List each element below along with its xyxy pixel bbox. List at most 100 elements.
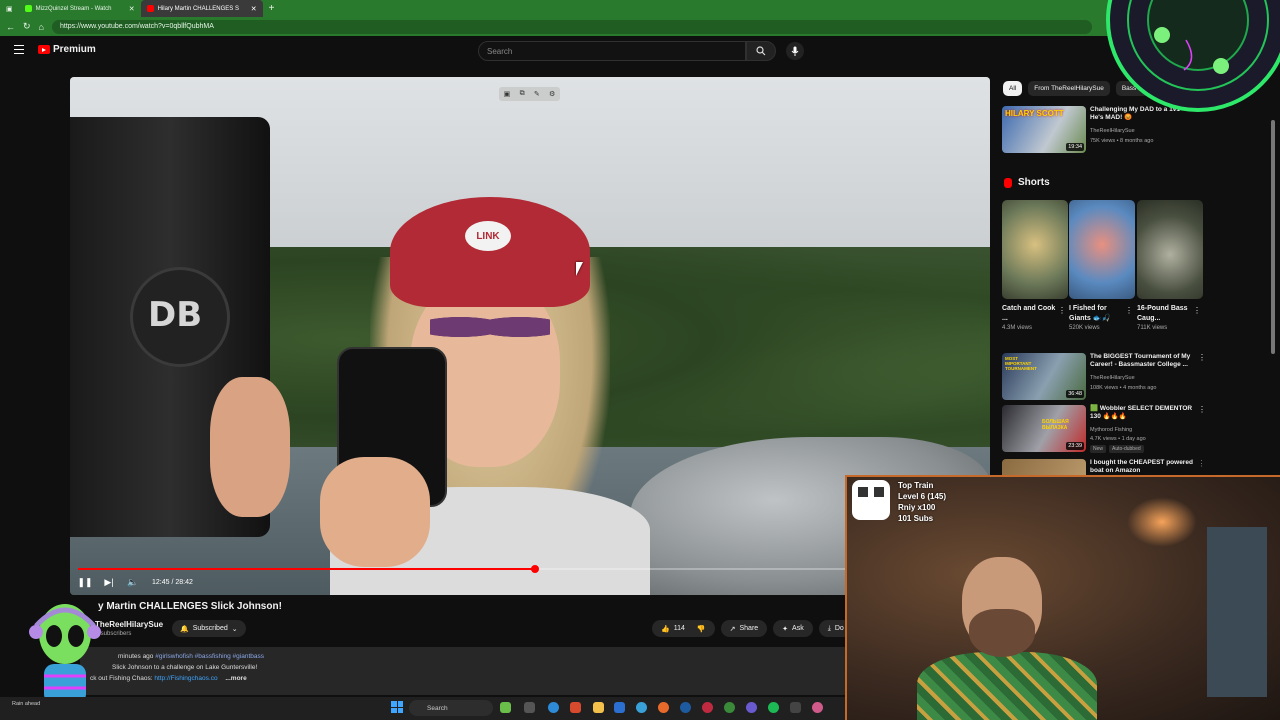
thumbs-up-icon[interactable]: 👍 [661, 625, 670, 633]
short-title[interactable]: I Fished for Giants 🐟🎣 [1069, 304, 1123, 324]
video-duration: 36:48 [1066, 390, 1084, 398]
url-text: https://www.youtube.com/watch?v=0qbllfQu… [59, 23, 214, 30]
like-count: 114 [673, 625, 685, 632]
channel-name[interactable]: Mythorod Fishing [1090, 427, 1132, 433]
video-time: 12:45 / 28:42 [152, 578, 193, 586]
list-item[interactable]: БОЛЬШАЯ ВЫЛАЗКА 23:39 🟩 Wobbler SELECT D… [1002, 405, 1206, 455]
app-icon-8[interactable] [658, 702, 669, 713]
search-input[interactable]: Search [478, 41, 746, 61]
overlay-edit-icon[interactable]: ✎ [534, 90, 540, 98]
short-thumbnail[interactable] [1002, 200, 1068, 299]
thumbs-down-icon[interactable]: 👎 [697, 625, 706, 633]
search-placeholder: Search [487, 46, 513, 56]
more-options-icon[interactable]: ⋮ [1198, 405, 1206, 414]
video-overlay-toolbar[interactable]: ▣ ⧉ ✎ ⚙ [499, 87, 560, 101]
progress-scrubber[interactable] [530, 565, 539, 573]
sidebar-scrollbar[interactable] [1271, 120, 1275, 354]
search-button[interactable] [746, 41, 776, 61]
app-icon-3[interactable] [548, 702, 559, 713]
more-link[interactable]: ...more [225, 675, 246, 682]
url-field[interactable]: https://www.youtube.com/watch?v=0qbllfQu… [51, 19, 1092, 34]
more-options-icon[interactable]: ⋮ [1058, 306, 1066, 315]
train-subs: 101 Subs [898, 514, 934, 523]
stream-overlay-widget [1106, 0, 1280, 112]
tab-mizzquinzel[interactable]: MizzQuinzel Stream - Watch ✕ [19, 0, 141, 17]
short-thumbnail[interactable] [1069, 200, 1135, 299]
tab-hilary-martin[interactable]: Hilary Martin CHALLENGES S ✕ [140, 0, 263, 17]
spotify-icon[interactable] [768, 702, 779, 713]
video-title[interactable]: I bought the CHEAPEST powered boat on Am… [1090, 459, 1198, 475]
auto-dubbed-badge: Auto-dubbed [1109, 445, 1144, 453]
app-icon-6[interactable] [614, 702, 625, 713]
short-item[interactable]: Catch and Cook ... 4.3M views ⋮ [1002, 200, 1068, 331]
pause-icon[interactable]: ❚❚ [77, 577, 92, 587]
refresh-icon[interactable]: ↻ [23, 21, 31, 32]
close-tab-icon[interactable]: ✕ [251, 5, 257, 13]
app-icon-15[interactable] [812, 702, 823, 713]
short-item[interactable]: 16-Pound Bass Caug... 711K views ⋮ [1137, 200, 1203, 331]
short-title[interactable]: Catch and Cook ... [1002, 304, 1056, 324]
more-options-icon[interactable]: ⋮ [1125, 306, 1133, 315]
subscribed-button[interactable]: 🔔 Subscribed ⌄ [172, 620, 246, 637]
weather-widget[interactable]: Rain ahead [12, 701, 40, 707]
app-icon-5[interactable] [593, 702, 604, 713]
short-item[interactable]: I Fished for Giants 🐟🎣 520K views ⋮ [1069, 200, 1135, 331]
chip-all[interactable]: All [1003, 81, 1023, 96]
windows-start-icon[interactable] [391, 701, 403, 713]
video-thumbnail[interactable]: БОЛЬШАЯ ВЫЛАЗКА 23:39 [1002, 405, 1086, 452]
share-label: Share [739, 625, 759, 632]
overlay-settings-icon[interactable]: ⚙ [549, 90, 555, 98]
more-options-icon[interactable]: ⋮ [1198, 353, 1206, 362]
video-description[interactable]: minutes ago #girlswhofish #bassfishing #… [80, 647, 850, 695]
webcam-person [917, 547, 1097, 720]
app-icon-10[interactable] [702, 702, 713, 713]
hype-train-overlay: Top Train Level 6 (145) Rniy x100 101 Su… [852, 480, 946, 524]
next-icon[interactable]: ▶| [104, 577, 114, 587]
desc-line-3: ck out Fishing Chaos: http://Fishingchao… [88, 673, 842, 684]
volume-icon[interactable]: 🔈 [127, 577, 138, 587]
desc-tags[interactable]: #girlswhofish #bassfishing #giantbass [155, 653, 264, 660]
logo-text: Premium [53, 44, 96, 55]
list-item[interactable]: MOST IMPORTANT TOURNAMENT 36:48 The BIGG… [1002, 353, 1206, 403]
more-options-icon[interactable]: ⋮ [1198, 459, 1202, 468]
new-tab-icon[interactable]: + [263, 3, 281, 14]
channel-name[interactable]: TheReelHilarySue [1090, 128, 1135, 134]
close-tab-icon[interactable]: ✕ [129, 5, 135, 13]
video-left-hand [210, 377, 290, 517]
taskbar-search[interactable]: Search [409, 700, 493, 716]
channel-name[interactable]: TheReelHilarySue [1090, 375, 1135, 381]
app-icon-11[interactable] [724, 702, 735, 713]
overlay-frame-icon[interactable]: ⧉ [520, 90, 525, 98]
voice-search-button[interactable] [786, 42, 804, 60]
video-thumbnail[interactable]: HILARY SCOTT 19:34 [1002, 106, 1086, 153]
video-duration: 23:39 [1066, 442, 1084, 450]
overlay-image-icon[interactable]: ▣ [504, 90, 511, 98]
tab-title: MizzQuinzel Stream - Watch [35, 5, 112, 12]
app-icon-4[interactable] [570, 702, 581, 713]
short-title[interactable]: 16-Pound Bass Caug... [1137, 304, 1191, 324]
app-icon-2[interactable] [524, 702, 535, 713]
video-thumbnail[interactable]: MOST IMPORTANT TOURNAMENT 36:48 [1002, 353, 1086, 400]
home-icon[interactable]: ⌂ [39, 22, 44, 32]
tab-list-icon[interactable]: ▣ [0, 5, 19, 13]
app-icon-7[interactable] [636, 702, 647, 713]
app-icon-1[interactable] [500, 702, 511, 713]
more-options-icon[interactable]: ⋮ [1193, 306, 1201, 315]
person-sunglasses [430, 307, 550, 347]
like-dislike-button[interactable]: 👍 114 👎 [652, 620, 715, 637]
ask-button[interactable]: ✦ Ask [773, 620, 813, 637]
short-thumbnail[interactable] [1137, 200, 1203, 299]
share-button[interactable]: ↗ Share [720, 620, 768, 637]
menu-icon[interactable] [14, 45, 24, 54]
video-title[interactable]: The BIGGEST Tournament of My Career! - B… [1090, 353, 1198, 369]
chip-from-channel[interactable]: From TheReelHilarySue [1028, 81, 1110, 96]
app-icon-9[interactable] [680, 702, 691, 713]
back-icon[interactable]: ← [6, 22, 15, 32]
desc-link[interactable]: http://Fishingchaos.co [154, 675, 217, 682]
app-icon-12[interactable] [746, 702, 757, 713]
app-icon-14[interactable] [790, 702, 801, 713]
ask-label: Ask [792, 625, 804, 632]
video-title[interactable]: 🟩 Wobbler SELECT DEMENTOR 130 🔥🔥🔥 [1090, 405, 1198, 421]
youtube-logo[interactable]: Premium [38, 44, 96, 55]
youtube-play-icon [38, 45, 50, 54]
